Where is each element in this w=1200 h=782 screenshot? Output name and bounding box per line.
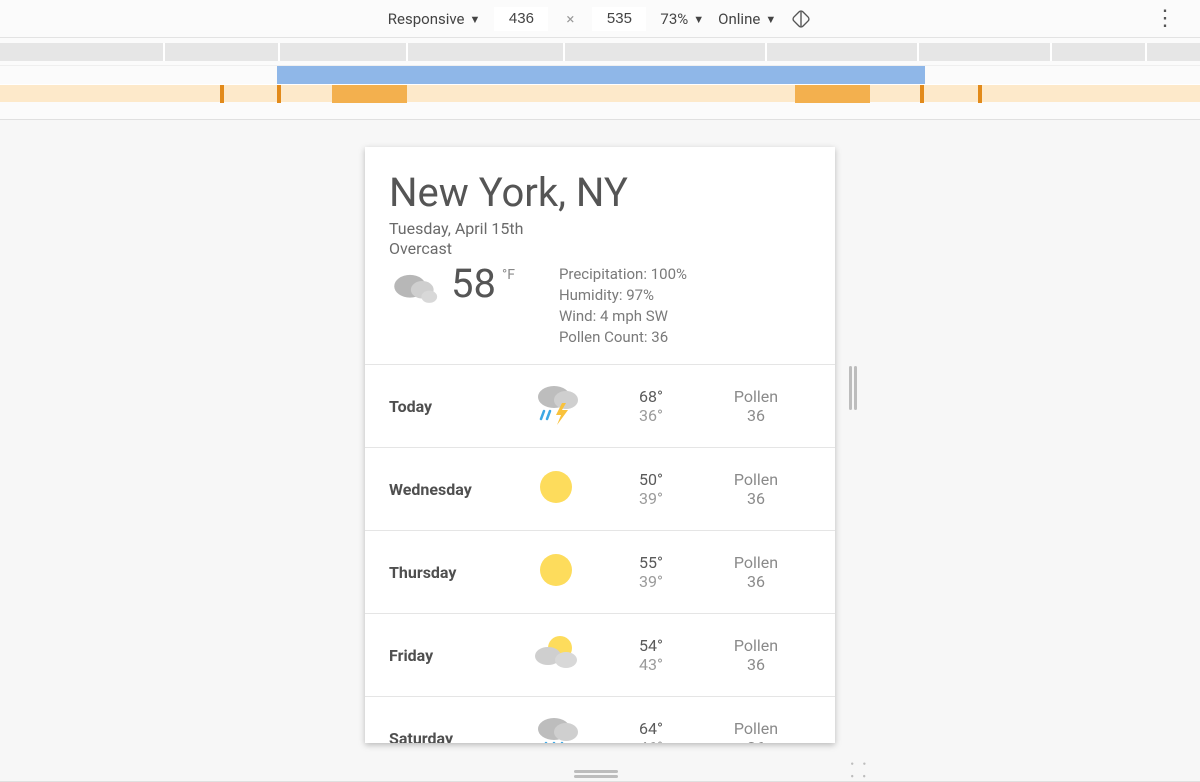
forecast-temps: 64°46° xyxy=(601,719,701,743)
forecast-high: 64° xyxy=(601,719,701,738)
media-query-marker xyxy=(277,85,281,103)
forecast-day: Wednesday xyxy=(389,480,511,499)
zoom-dropdown[interactable]: 73% ▼ xyxy=(660,10,704,28)
weather-card: New York, NY Tuesday, April 15th Overcas… xyxy=(365,147,835,743)
kebab-icon: ⋮ xyxy=(1154,6,1176,31)
resize-handle-right[interactable] xyxy=(849,366,857,410)
forecast-pollen: Pollen36 xyxy=(701,636,811,674)
device-dropdown[interactable]: Responsive ▼ xyxy=(388,10,481,28)
chevron-down-icon: ▼ xyxy=(693,13,704,26)
forecast-icon xyxy=(511,383,601,429)
devtools-toolbar: Responsive ▼ × 73% ▼ Online ▼ ⋮ xyxy=(0,0,1200,38)
forecast-temps: 55°39° xyxy=(601,553,701,591)
media-query-marker xyxy=(920,85,924,103)
forecast-low: 43° xyxy=(601,655,701,674)
forecast-row[interactable]: Saturday 64°46°Pollen36 xyxy=(365,697,835,743)
forecast-icon xyxy=(511,549,601,595)
resize-handle-corner[interactable]: ⸬ xyxy=(850,760,870,780)
forecast-temps: 50°39° xyxy=(601,470,701,508)
forecast-low: 36° xyxy=(601,406,701,425)
forecast-temps: 68°36° xyxy=(601,387,701,425)
ruler-segment xyxy=(1147,43,1200,61)
viewport-width-input[interactable] xyxy=(494,7,548,31)
location-title: New York, NY xyxy=(389,169,811,216)
forecast-pollen: Pollen36 xyxy=(701,387,811,425)
ruler-segment xyxy=(565,43,767,61)
forecast-day: Friday xyxy=(389,646,511,665)
forecast-low: 46° xyxy=(601,738,701,743)
dimension-separator: × xyxy=(562,10,578,28)
ruler-segment xyxy=(1052,43,1147,61)
forecast-row[interactable]: Thursday 55°39°Pollen36 xyxy=(365,531,835,614)
forecast-high: 68° xyxy=(601,387,701,406)
wind-value: 4 mph SW xyxy=(600,307,668,325)
ruler-segment xyxy=(0,43,165,61)
forecast-day: Saturday xyxy=(389,729,511,744)
ruler-segment xyxy=(280,43,408,61)
wind-label: Wind: xyxy=(559,307,596,325)
forecast-high: 54° xyxy=(601,636,701,655)
throttling-label: Online xyxy=(718,10,760,28)
forecast-row[interactable]: Friday 54°43°Pollen36 xyxy=(365,614,835,697)
device-viewport: New York, NY Tuesday, April 15th Overcas… xyxy=(0,120,1200,782)
forecast-temps: 54°43° xyxy=(601,636,701,674)
media-query-range xyxy=(277,66,925,84)
media-query-marker xyxy=(220,85,224,103)
forecast-day: Today xyxy=(389,397,511,416)
current-condition: Overcast xyxy=(389,239,811,258)
precip-value: 100% xyxy=(651,265,687,283)
throttling-dropdown[interactable]: Online ▼ xyxy=(718,10,776,28)
forecast-high: 50° xyxy=(601,470,701,489)
forecast-pollen: Pollen36 xyxy=(701,470,811,508)
resize-handle-bottom[interactable] xyxy=(574,770,618,778)
breakpoint-ruler[interactable] xyxy=(0,38,1200,66)
media-query-bar-max[interactable] xyxy=(0,66,1200,84)
media-query-range xyxy=(332,85,407,103)
ruler-segment xyxy=(767,43,919,61)
current-date: Tuesday, April 15th xyxy=(389,219,811,238)
weather-stats: Precipitation: 100% Humidity: 97% Wind: … xyxy=(559,264,687,348)
current-temperature: 58 xyxy=(451,264,496,304)
rotate-icon xyxy=(790,8,812,30)
overcast-icon xyxy=(389,264,445,316)
forecast-day: Thursday xyxy=(389,563,511,582)
forecast-pollen: Pollen36 xyxy=(701,719,811,743)
viewport-height-input[interactable] xyxy=(592,7,646,31)
forecast-row[interactable]: Wednesday 50°39°Pollen36 xyxy=(365,448,835,531)
ruler-segment xyxy=(165,43,280,61)
forecast-icon xyxy=(511,632,601,678)
forecast-low: 39° xyxy=(601,489,701,508)
precip-label: Precipitation: xyxy=(559,265,647,283)
device-label: Responsive xyxy=(388,10,465,28)
ruler-segment xyxy=(408,43,565,61)
more-options-button[interactable]: ⋮ xyxy=(1154,8,1176,30)
forecast-icon xyxy=(511,715,601,743)
pollen-value: 36 xyxy=(651,328,668,346)
humidity-label: Humidity: xyxy=(559,286,623,304)
ruler-segment xyxy=(919,43,1052,61)
pollen-label: Pollen Count: xyxy=(559,328,648,346)
temperature-unit: °F xyxy=(502,267,515,283)
rotate-button[interactable] xyxy=(790,8,812,30)
media-query-range xyxy=(795,85,870,103)
humidity-value: 97% xyxy=(626,286,654,304)
chevron-down-icon: ▼ xyxy=(470,13,481,26)
current-weather-row: 58 °F Precipitation: 100% Humidity: 97% … xyxy=(389,264,811,348)
toolbar-spacer xyxy=(0,102,1200,120)
forecast-row[interactable]: Today 68°36°Pollen36 xyxy=(365,365,835,448)
forecast-icon xyxy=(511,466,601,512)
zoom-label: 73% xyxy=(660,10,688,28)
forecast-pollen: Pollen36 xyxy=(701,553,811,591)
forecast-low: 39° xyxy=(601,572,701,591)
forecast-high: 55° xyxy=(601,553,701,572)
media-query-bar-min[interactable] xyxy=(0,84,1200,102)
media-query-marker xyxy=(978,85,982,103)
chevron-down-icon: ▼ xyxy=(765,13,776,26)
